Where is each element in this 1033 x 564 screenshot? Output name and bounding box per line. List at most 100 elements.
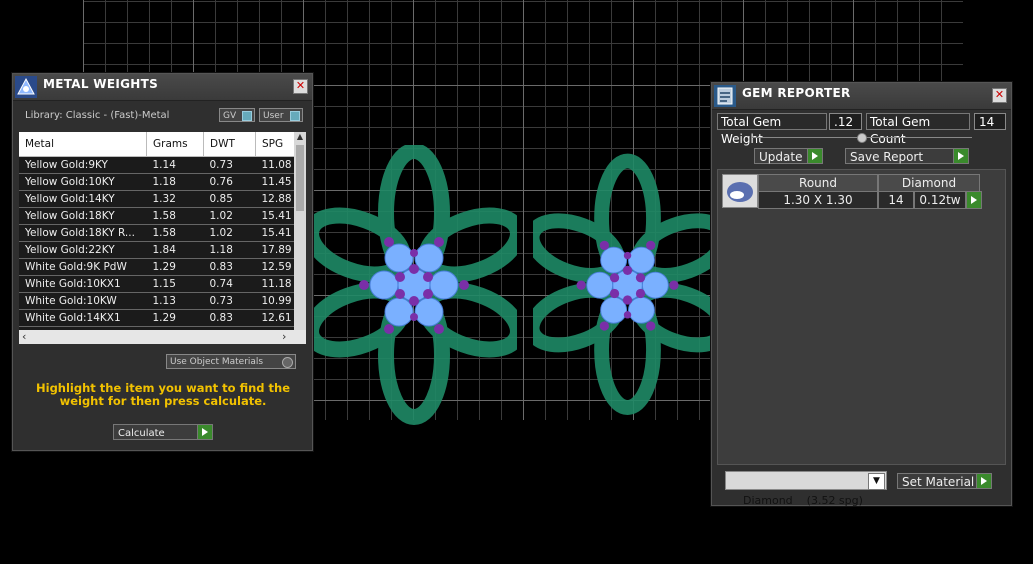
use-object-materials-radio-icon	[282, 357, 293, 368]
table-cell: 1.14	[146, 156, 204, 174]
gem-reporter-close-button[interactable]: ✕	[992, 88, 1007, 103]
table-cell: 11.45	[255, 173, 294, 191]
material-select[interactable]: Diamond (3.52 spg) ▼	[725, 471, 887, 507]
gem-reporter-panel: GEM REPORTER ✕ Total Gem Weight .12 Tota…	[711, 82, 1012, 507]
gem-weight: 0.12tw	[914, 191, 966, 209]
user-toggle[interactable]: User	[259, 108, 303, 122]
metal-table-vscrollbar[interactable]: ▲	[294, 132, 306, 330]
use-object-materials-label: Use Object Materials	[170, 357, 264, 367]
play-arrow-icon	[971, 196, 977, 204]
vscroll-thumb[interactable]	[296, 145, 304, 211]
material-select-value: Diamond (3.52 spg)	[743, 494, 863, 507]
table-cell: Yellow Gold:18KY	[19, 207, 147, 225]
table-cell: 1.18	[203, 241, 256, 259]
table-cell: Yellow Gold:18KY R...	[19, 224, 147, 242]
table-cell: White Gold:10KW	[19, 292, 147, 310]
table-row[interactable]: Yellow Gold:18KY R... 1.58 1.02 15.41	[19, 224, 294, 242]
gv-toggle-label: GV	[223, 111, 237, 121]
scroll-up-icon[interactable]: ▲	[294, 132, 306, 144]
table-row[interactable]: Yellow Gold:14KY 1.32 0.85 12.88	[19, 190, 294, 208]
scroll-left-icon[interactable]: ‹	[22, 330, 26, 343]
calculate-button[interactable]: Calculate	[113, 424, 213, 440]
gem-size: 1.30 X 1.30	[758, 191, 878, 209]
table-row[interactable]: Yellow Gold:22KY 1.84 1.18 17.89	[19, 241, 294, 259]
gem-row-go-button[interactable]	[966, 191, 982, 209]
metal-table-container: Metal Grams DWT SPG Yellow Gold:9KY 1.14 0…	[19, 132, 294, 330]
chevron-down-icon[interactable]: ▼	[868, 473, 885, 490]
table-cell: 10.99	[255, 292, 294, 310]
table-cell: Yellow Gold:14KY	[19, 190, 147, 208]
round-diamond-icon	[727, 182, 753, 202]
table-row[interactable]: Yellow Gold:18KY 1.58 1.02 15.41	[19, 207, 294, 225]
total-count-value: 14	[974, 113, 1006, 130]
table-cell: 12.88	[255, 190, 294, 208]
gem-thumbnail	[722, 174, 758, 208]
gem-reporter-title: GEM REPORTER	[742, 86, 851, 100]
table-cell: 12.61	[255, 309, 294, 327]
table-cell: 0.73	[203, 156, 256, 174]
flower-earring-left[interactable]	[312, 145, 517, 430]
table-cell: 0.73	[203, 292, 256, 310]
play-arrow-icon	[953, 149, 968, 163]
table-row[interactable]: White Gold:14KX1 1.29 0.83 12.61	[19, 309, 294, 327]
table-cell: 12.59	[255, 258, 294, 276]
save-report-label: Save Report	[850, 150, 924, 164]
library-label: Library: Classic - (Fast)-Metal	[25, 110, 170, 121]
table-cell: 1.29	[146, 309, 204, 327]
update-button[interactable]: Update	[754, 148, 823, 164]
table-cell: 1.02	[203, 224, 256, 242]
table-cell: 0.74	[203, 275, 256, 293]
table-row[interactable]: White Gold:10KX1 1.15 0.74 11.18	[19, 275, 294, 293]
splitter-handle-icon[interactable]	[857, 133, 867, 143]
table-cell: 1.29	[146, 258, 204, 276]
play-arrow-icon	[807, 149, 822, 163]
scroll-right-icon[interactable]: ›	[282, 330, 286, 343]
flower-earring-right[interactable]	[533, 145, 723, 430]
gem-reporter-titlebar[interactable]: GEM REPORTER ✕	[712, 83, 1011, 110]
update-label: Update	[759, 150, 803, 164]
save-report-button[interactable]: Save Report	[845, 148, 969, 164]
gem-reporter-icon	[714, 85, 736, 107]
set-material-button[interactable]: Set Material	[897, 473, 992, 489]
total-weight-label: Total Gem Weight	[717, 113, 827, 146]
table-cell: 1.58	[146, 207, 204, 225]
table-cell: 11.18	[255, 275, 294, 293]
gv-toggle[interactable]: GV	[219, 108, 255, 122]
table-cell: 0.83	[203, 258, 256, 276]
gem-shape: Round	[758, 174, 878, 192]
table-cell: Yellow Gold:9KY	[19, 156, 147, 174]
table-cell: 15.41	[255, 224, 294, 242]
user-toggle-switch-icon	[290, 111, 300, 121]
table-cell: Yellow Gold:10KY	[19, 173, 147, 191]
table-cell: Yellow Gold:22KY	[19, 241, 147, 259]
gem-row[interactable]: Round Diamond 1.30 X 1.30 14 0.12tw	[722, 174, 982, 209]
table-cell: White Gold:9K PdW	[19, 258, 147, 276]
table-cell: 17.89	[255, 241, 294, 259]
use-object-materials-toggle[interactable]: Use Object Materials	[166, 354, 296, 369]
metal-table: Metal Grams DWT SPG Yellow Gold:9KY 1.14 0…	[19, 132, 294, 330]
table-cell: 1.02	[203, 207, 256, 225]
gv-toggle-switch-icon	[242, 111, 252, 121]
col-spg[interactable]: SPG	[255, 132, 294, 157]
table-cell: 11.08	[255, 156, 294, 174]
metal-weights-icon	[15, 76, 37, 98]
metal-weights-titlebar[interactable]: METAL WEIGHTS ✕	[13, 74, 312, 101]
col-dwt[interactable]: DWT	[203, 132, 256, 157]
table-row[interactable]: Yellow Gold:10KY 1.18 0.76 11.45	[19, 173, 294, 191]
table-row[interactable]: White Gold:10KW 1.13 0.73 10.99	[19, 292, 294, 310]
play-arrow-icon	[197, 425, 212, 439]
table-cell: 1.58	[146, 224, 204, 242]
metal-weights-close-button[interactable]: ✕	[293, 79, 308, 94]
table-cell: 1.13	[146, 292, 204, 310]
table-cell: White Gold:14KX1	[19, 309, 147, 327]
table-cell: 15.41	[255, 207, 294, 225]
metal-table-hscrollbar[interactable]: ‹ ›	[19, 330, 306, 344]
table-row[interactable]: Yellow Gold:9KY 1.14 0.73 11.08	[19, 156, 294, 174]
table-cell: 1.84	[146, 241, 204, 259]
table-cell: White Gold:10KX1	[19, 275, 147, 293]
total-weight-value: .12	[829, 113, 862, 130]
col-metal[interactable]: Metal	[19, 132, 147, 157]
table-row[interactable]: White Gold:9K PdW 1.29 0.83 12.59	[19, 258, 294, 276]
col-grams[interactable]: Grams	[146, 132, 204, 157]
table-cell: 0.85	[203, 190, 256, 208]
